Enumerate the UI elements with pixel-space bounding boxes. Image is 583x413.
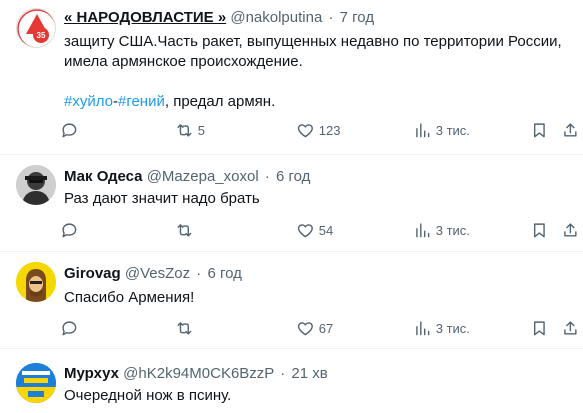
text-line: Раз дают значит надо брать (64, 190, 260, 207)
avatar[interactable]: 35 (16, 8, 56, 48)
text-line: защиту США.Часть ракет, выпущенных недав… (64, 33, 562, 50)
hashtag-line: #хуйло-#гений, предал армян. (64, 92, 574, 112)
separator: · (264, 168, 270, 185)
views-icon (416, 123, 430, 137)
retweet-count: 5 (197, 122, 205, 138)
like-count: 54 (318, 222, 334, 238)
like-icon (297, 223, 313, 237)
avatar[interactable] (16, 363, 56, 403)
reply-icon (62, 123, 77, 137)
action-bar: 54 3 тис. (56, 213, 583, 247)
share-button[interactable] (561, 213, 580, 247)
text-line: Очередной нож в псину. (64, 387, 232, 404)
tweet-4[interactable]: Мурхух @hK2k94M0CK6BzzP · 21 хв Очередно… (0, 349, 583, 413)
reply-icon (62, 223, 77, 237)
like-count: 67 (318, 320, 334, 336)
reply-icon (62, 321, 77, 335)
timestamp[interactable]: 7 год (340, 9, 374, 26)
retweet-icon (177, 123, 192, 137)
hashtag-rest-text: , предал армян. (164, 93, 276, 110)
retweet-icon (177, 223, 192, 237)
tweet-header: Мак Одеса @Mazepa_xoxol · 6 год (64, 167, 310, 187)
like-button[interactable]: 54 (296, 213, 333, 247)
views-icon (416, 321, 430, 335)
bookmark-icon (533, 223, 545, 237)
user-handle[interactable]: @nakolputina (230, 9, 322, 26)
like-count: 123 (318, 122, 341, 138)
separator: · (328, 9, 334, 26)
view-count: 3 тис. (435, 320, 470, 336)
views-button[interactable]: 3 тис. (413, 113, 470, 147)
bookmark-button[interactable] (530, 213, 549, 247)
tweet-2[interactable]: Мак Одеса @Mazepa_xoxol · 6 год Раз дают… (0, 155, 583, 252)
avatar[interactable] (16, 165, 56, 205)
tweet-3[interactable]: Girovag @VesZoz · 6 год Спасибо Армения!… (0, 252, 583, 349)
like-icon (297, 123, 313, 137)
retweet-button[interactable] (175, 213, 198, 247)
user-handle[interactable]: @VesZoz (125, 265, 190, 282)
user-handle[interactable]: @Mazepa_xoxol (147, 168, 259, 185)
tweet-header: « НАРОДОВЛАСТИЕ » @nakolputina · 7 год (64, 8, 374, 28)
display-name[interactable]: Мурхух (64, 365, 119, 382)
user-handle[interactable]: @hK2k94M0CK6BzzP (123, 365, 274, 382)
bookmark-icon (533, 123, 545, 137)
retweet-button[interactable] (175, 311, 198, 345)
like-icon (297, 321, 313, 335)
timestamp[interactable]: 21 хв (291, 365, 327, 382)
tweet-text: защиту США.Часть ракет, выпущенных недав… (64, 32, 574, 72)
view-count: 3 тис. (435, 122, 470, 138)
reply-button[interactable] (60, 213, 83, 247)
share-icon (564, 223, 577, 237)
text-line: Спасибо Армения! (64, 289, 195, 306)
display-name[interactable]: Girovag (64, 265, 121, 282)
views-button[interactable]: 3 тис. (413, 213, 470, 247)
like-button[interactable]: 123 (296, 113, 340, 147)
reply-button[interactable] (60, 311, 83, 345)
tweet-header: Мурхух @hK2k94M0CK6BzzP · 21 хв (64, 364, 328, 384)
bookmark-button[interactable] (530, 113, 549, 147)
bookmark-icon (533, 321, 545, 335)
text-line: имела армянское происхождение. (64, 53, 303, 70)
tweet-header: Girovag @VesZoz · 6 год (64, 264, 242, 284)
tweet-text: Очередной нож в псину. (64, 386, 574, 406)
tweet-1[interactable]: 35 « НАРОДОВЛАСТИЕ » @nakolputina · 7 го… (0, 0, 583, 155)
avatar-cartoon-icon (16, 262, 56, 302)
avatar-logo-icon: 35 (17, 9, 55, 47)
views-button[interactable]: 3 тис. (413, 311, 470, 345)
retweet-button[interactable]: 5 (175, 113, 205, 147)
tweet-text: Раз дают значит надо брать (64, 189, 574, 209)
bookmark-button[interactable] (530, 311, 549, 345)
share-icon (564, 321, 577, 335)
display-name[interactable]: « НАРОДОВЛАСТИЕ » (64, 9, 226, 26)
share-button[interactable] (561, 311, 580, 345)
share-button[interactable] (561, 113, 580, 147)
retweet-icon (177, 321, 192, 335)
share-icon (564, 123, 577, 137)
separator: · (280, 365, 286, 382)
svg-text:35: 35 (37, 31, 46, 40)
reply-button[interactable] (60, 113, 83, 147)
timestamp[interactable]: 6 год (207, 265, 241, 282)
display-name[interactable]: Мак Одеса (64, 168, 143, 185)
separator: · (196, 265, 202, 282)
action-bar: 67 3 тис. (56, 311, 583, 345)
hashtag-link[interactable]: #гений (118, 93, 165, 110)
avatar-poster-icon (16, 363, 56, 403)
avatar-photo-icon (16, 165, 56, 205)
views-icon (416, 223, 430, 237)
avatar[interactable] (16, 262, 56, 302)
action-bar: 5 123 3 тис. (56, 113, 583, 147)
timestamp[interactable]: 6 год (276, 168, 310, 185)
view-count: 3 тис. (435, 222, 470, 238)
tweet-text: Спасибо Армения! (64, 288, 574, 308)
hashtag-link[interactable]: #хуйло (64, 93, 113, 110)
like-button[interactable]: 67 (296, 311, 333, 345)
